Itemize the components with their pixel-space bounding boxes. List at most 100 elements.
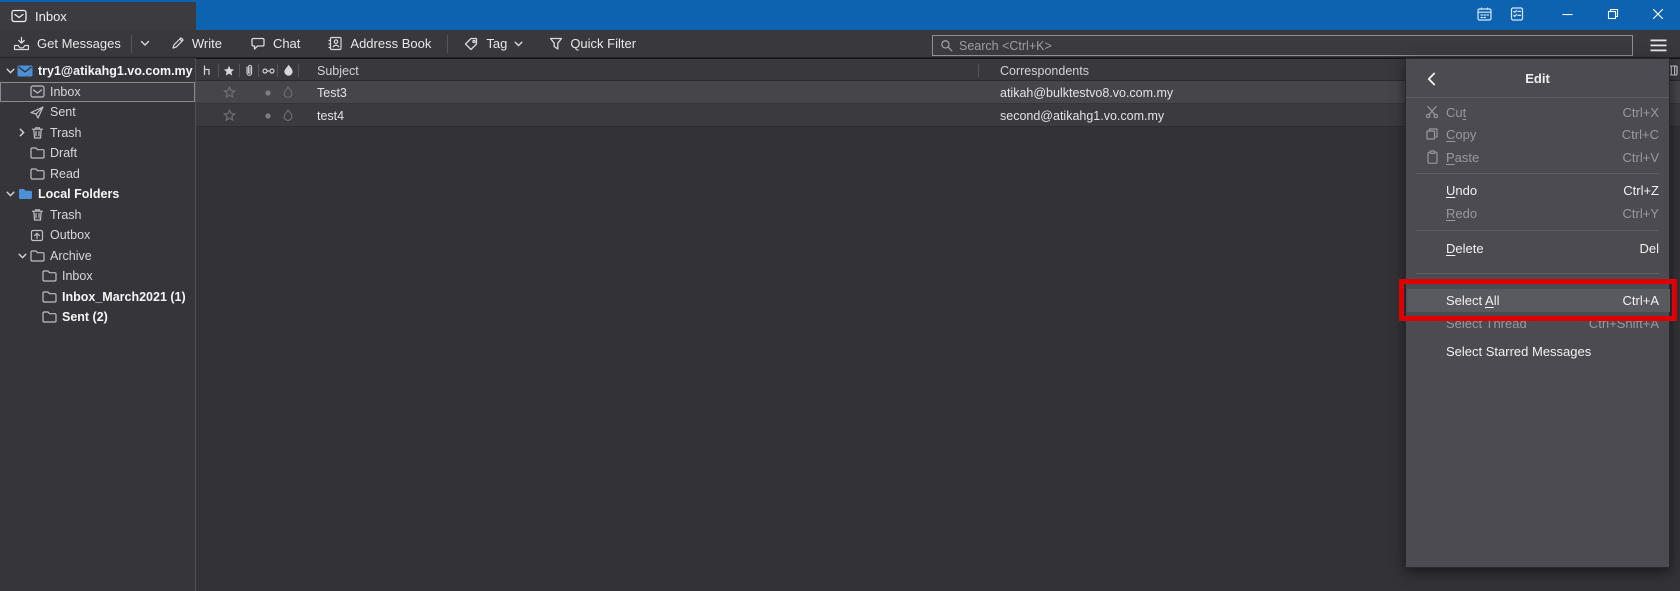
tasks-button[interactable] bbox=[1504, 3, 1530, 25]
menu-item-select-all[interactable]: Select All Ctrl+A bbox=[1407, 289, 1670, 312]
write-button[interactable]: Write bbox=[163, 32, 229, 56]
folder-pane: try1@atikahg1.vo.com.my Inbox Sent Trash bbox=[0, 58, 196, 591]
tab-title: Inbox bbox=[35, 9, 67, 24]
correspondents-column-header[interactable]: Correspondents bbox=[1000, 59, 1089, 82]
folder-tree: try1@atikahg1.vo.com.my Inbox Sent Trash bbox=[0, 61, 195, 328]
toolbar-separator bbox=[131, 35, 132, 53]
folder-label: try1@atikahg1.vo.com.my bbox=[38, 64, 193, 78]
menu-item-shortcut: Ctrl+A bbox=[1623, 293, 1659, 308]
menu-item-label: Cut bbox=[1446, 105, 1466, 120]
menu-item-cut: Cut Ctrl+X bbox=[1407, 101, 1670, 123]
quick-filter-button[interactable]: Quick Filter bbox=[542, 32, 643, 56]
message-correspondent: atikah@bulktestvo8.vo.com.my bbox=[1000, 81, 1173, 104]
menu-item-delete[interactable]: Delete Del bbox=[1407, 237, 1670, 259]
tasks-icon bbox=[1509, 6, 1525, 22]
folder-label: Sent (2) bbox=[62, 310, 108, 324]
chevron-spacer bbox=[15, 105, 29, 119]
get-messages-label: Get Messages bbox=[37, 36, 121, 51]
chevron-down-icon[interactable] bbox=[3, 64, 17, 78]
message-subject: test4 bbox=[317, 104, 344, 127]
junk-toggle-icon[interactable] bbox=[278, 104, 298, 127]
search-input[interactable] bbox=[959, 39, 1625, 53]
clipboard-icon bbox=[1424, 149, 1440, 165]
get-messages-dropdown[interactable] bbox=[135, 32, 155, 56]
menu-item-label: Select Thread bbox=[1446, 316, 1527, 331]
menu-item-shortcut: Ctrl+Z bbox=[1623, 183, 1659, 198]
app-menu-button[interactable] bbox=[1644, 33, 1672, 57]
folder-label: Outbox bbox=[50, 228, 90, 242]
read-column-header[interactable] bbox=[259, 59, 277, 82]
tab-strip: Inbox bbox=[0, 2, 196, 30]
tag-button[interactable]: Tag bbox=[457, 32, 530, 56]
folder-label: Sent bbox=[50, 105, 76, 119]
read-indicator-dot[interactable] bbox=[259, 81, 277, 104]
menu-item-shortcut: Ctrl+C bbox=[1622, 127, 1659, 142]
search-icon bbox=[940, 39, 953, 52]
chevron-down-icon[interactable] bbox=[15, 249, 29, 263]
message-subject: Test3 bbox=[317, 81, 347, 104]
column-separator bbox=[978, 64, 979, 77]
minimize-button[interactable] bbox=[1545, 0, 1590, 28]
tab-inbox[interactable]: Inbox bbox=[0, 2, 196, 30]
folder-item-local-trash[interactable]: Trash bbox=[0, 205, 195, 226]
chevron-spacer bbox=[15, 85, 29, 99]
junk-column-header[interactable] bbox=[278, 59, 298, 82]
menu-separator bbox=[1416, 230, 1659, 231]
folder-item-inbox-march2021[interactable]: Inbox_March2021 (1) bbox=[0, 287, 195, 308]
folder-item-trash[interactable]: Trash bbox=[0, 123, 195, 144]
get-messages-button[interactable]: Get Messages bbox=[6, 32, 128, 56]
menu-item-shortcut: Ctrl+Y bbox=[1623, 206, 1659, 221]
menu-item-shortcut: Del bbox=[1639, 241, 1659, 256]
folder-item-account[interactable]: try1@atikahg1.vo.com.my bbox=[0, 61, 195, 82]
close-button[interactable] bbox=[1635, 0, 1680, 28]
star-toggle-icon[interactable] bbox=[219, 104, 239, 127]
menu-item-select-thread: Select Thread Ctrl+Shift+A bbox=[1407, 312, 1670, 334]
folder-label: Read bbox=[50, 167, 80, 181]
pencil-icon bbox=[170, 36, 185, 51]
junk-toggle-icon[interactable] bbox=[278, 81, 298, 104]
folder-item-draft[interactable]: Draft bbox=[0, 143, 195, 164]
minimize-icon bbox=[1562, 9, 1573, 20]
folder-item-local-folders[interactable]: Local Folders bbox=[0, 184, 195, 205]
star-toggle-icon[interactable] bbox=[219, 81, 239, 104]
subject-column-header[interactable]: Subject bbox=[317, 59, 359, 82]
folder-item-archive-inbox[interactable]: Inbox bbox=[0, 266, 195, 287]
chevron-right-icon[interactable] bbox=[15, 126, 29, 140]
menu-item-undo[interactable]: Undo Ctrl+Z bbox=[1407, 179, 1670, 201]
folder-label: Local Folders bbox=[38, 187, 119, 201]
folder-item-sent[interactable]: Sent bbox=[0, 102, 195, 123]
thunderbird-window: Inbox Get Messages bbox=[0, 0, 1680, 591]
message-correspondent: second@atikahg1.vo.com.my bbox=[1000, 104, 1164, 127]
folder-icon bbox=[29, 167, 45, 181]
menu-item-shortcut: Ctrl+X bbox=[1623, 105, 1659, 120]
folder-label: Trash bbox=[50, 208, 82, 222]
folder-item-outbox[interactable]: Outbox bbox=[0, 225, 195, 246]
chevron-spacer bbox=[27, 310, 41, 324]
chevron-spacer bbox=[15, 208, 29, 222]
folder-item-archive[interactable]: Archive bbox=[0, 246, 195, 267]
read-indicator-dot[interactable] bbox=[259, 104, 277, 127]
star-column-header[interactable] bbox=[219, 59, 239, 82]
folder-item-archive-sent[interactable]: Sent (2) bbox=[0, 307, 195, 328]
folder-item-read[interactable]: Read bbox=[0, 164, 195, 185]
tag-dropdown-chevron-icon bbox=[514, 41, 523, 47]
chat-button[interactable]: Chat bbox=[243, 32, 307, 56]
get-messages-icon bbox=[13, 36, 30, 51]
trash-icon bbox=[29, 208, 45, 222]
local-folders-icon bbox=[17, 187, 33, 201]
account-mail-icon bbox=[17, 64, 33, 78]
calendar-button[interactable] bbox=[1471, 3, 1497, 25]
menu-item-select-starred-messages[interactable]: Select Starred Messages bbox=[1407, 340, 1670, 362]
thread-column-header[interactable] bbox=[196, 59, 218, 82]
address-book-button[interactable]: Address Book bbox=[321, 32, 438, 56]
mail-tab-icon bbox=[11, 9, 27, 23]
chevron-down-icon[interactable] bbox=[3, 187, 17, 201]
restore-icon bbox=[1607, 8, 1619, 20]
attachment-column-header[interactable] bbox=[240, 59, 258, 82]
column-separator bbox=[298, 64, 299, 77]
trash-icon bbox=[29, 126, 45, 140]
folder-item-inbox[interactable]: Inbox bbox=[0, 82, 195, 103]
restore-button[interactable] bbox=[1590, 0, 1635, 28]
search-box[interactable] bbox=[932, 35, 1633, 56]
chevron-spacer bbox=[15, 167, 29, 181]
